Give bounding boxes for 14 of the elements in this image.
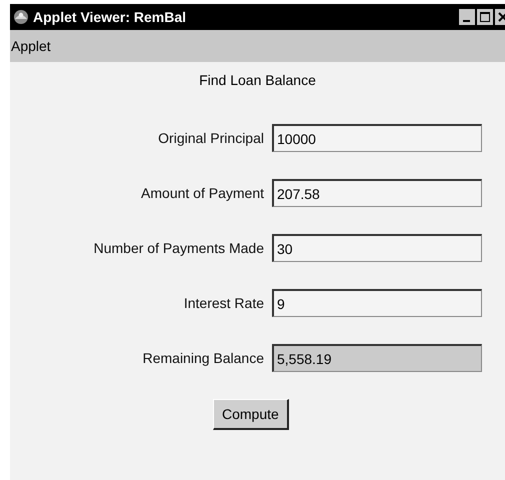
field-label: Remaining Balance [142, 350, 264, 366]
window-title: Applet Viewer: RemBal [33, 9, 186, 25]
menu-item[interactable]: Applet [11, 38, 51, 54]
input-field[interactable]: 10000 [272, 124, 482, 152]
field-label: Original Principal [157, 130, 264, 146]
field-label: Interest Rate [182, 295, 264, 311]
input-field[interactable]: 30 [272, 234, 482, 262]
field-label: Number of Payments Made [92, 240, 264, 256]
input-field[interactable]: 5,558.19 [272, 344, 482, 372]
field-label: Amount of Payment [140, 185, 264, 201]
input-field[interactable]: 207.58 [272, 179, 482, 207]
heading: Find Loan Balance [198, 72, 317, 88]
input-field[interactable]: 9 [272, 289, 482, 317]
compute-button[interactable]: Compute [213, 399, 289, 430]
